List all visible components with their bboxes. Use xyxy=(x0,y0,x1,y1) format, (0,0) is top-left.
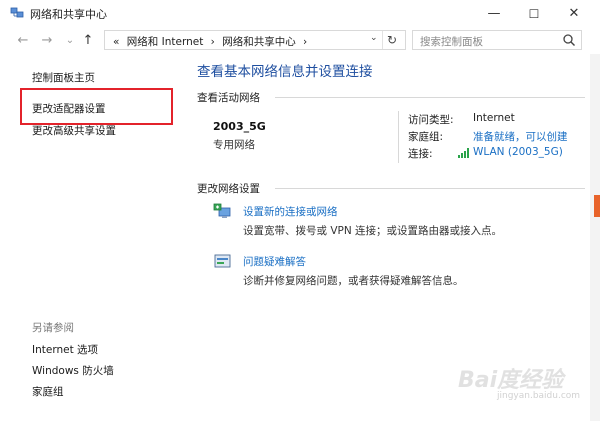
address-dropdown-icon[interactable]: ⌄ xyxy=(370,33,378,43)
breadcrumb-overflow[interactable]: « xyxy=(113,36,119,48)
network-type-link[interactable]: 专用网络 xyxy=(213,137,255,152)
vertical-divider xyxy=(398,111,399,163)
control-panel-home-link[interactable]: 控制面板主页 xyxy=(32,70,95,85)
troubleshoot-desc: 诊断并修复网络问题，或者获得疑难解答信息。 xyxy=(243,275,464,287)
breadcrumb-separator[interactable]: › xyxy=(303,36,307,48)
setup-connection-desc: 设置宽带、拨号或 VPN 连接；或设置路由器或接入点。 xyxy=(243,225,503,237)
recent-locations-button[interactable]: ⌄ xyxy=(62,33,78,49)
access-type-label: 访问类型: xyxy=(408,114,454,126)
breadcrumb-separator[interactable]: › xyxy=(211,36,215,48)
background-window-edge xyxy=(594,195,600,217)
wifi-signal-icon xyxy=(458,148,469,158)
internet-options-link[interactable]: Internet 选项 xyxy=(32,342,98,357)
homegroup-label: 家庭组: xyxy=(408,131,444,143)
highlight-box xyxy=(20,88,173,125)
homegroup-value-link[interactable]: 准备就绪，可以创建 xyxy=(473,129,568,144)
address-field[interactable]: « 网络和 Internet › 网络和共享中心 › xyxy=(104,30,406,50)
troubleshoot-icon xyxy=(214,254,231,268)
window-right-edge xyxy=(590,54,600,421)
search-input[interactable]: 搜索控制面板 xyxy=(412,30,582,50)
breadcrumb-network-internet[interactable]: 网络和 Internet xyxy=(127,36,204,48)
close-button[interactable]: ✕ xyxy=(554,0,594,28)
active-networks-label: 查看活动网络 xyxy=(197,92,260,104)
access-type-value: Internet xyxy=(473,112,515,124)
maximize-button[interactable]: ☐ xyxy=(514,0,554,28)
search-icon[interactable] xyxy=(562,33,576,47)
title-bar: 网络和共享中心 — ☐ ✕ xyxy=(0,0,600,28)
breadcrumb-network-sharing-center[interactable]: 网络和共享中心 xyxy=(222,36,296,48)
windows-firewall-link[interactable]: Windows 防火墙 xyxy=(32,363,114,378)
watermark-url: jingyan.baidu.com xyxy=(497,391,581,401)
watermark-logo: Bai度经验 xyxy=(458,368,564,393)
new-connection-icon xyxy=(213,203,231,218)
refresh-icon[interactable]: ↻ xyxy=(382,31,401,49)
minimize-button[interactable]: — xyxy=(474,0,514,28)
up-button[interactable]: ↑ xyxy=(80,33,96,49)
forward-button[interactable]: → xyxy=(39,33,55,49)
setup-connection-link[interactable]: 设置新的连接或网络 xyxy=(243,204,338,219)
connection-value-link[interactable]: WLAN (2003_5G) xyxy=(473,146,563,158)
network-app-icon xyxy=(10,7,24,18)
page-title: 查看基本网络信息并设置连接 xyxy=(197,64,373,80)
section-divider xyxy=(275,97,585,98)
back-button[interactable]: ← xyxy=(15,33,31,49)
section-divider xyxy=(275,188,585,189)
see-also-label: 另请参阅 xyxy=(32,322,74,334)
search-placeholder: 搜索控制面板 xyxy=(420,36,483,48)
connection-label: 连接: xyxy=(408,148,433,160)
homegroup-link[interactable]: 家庭组 xyxy=(32,384,64,399)
change-advanced-sharing-link[interactable]: 更改高级共享设置 xyxy=(32,123,116,138)
breadcrumb: « 网络和 Internet › 网络和共享中心 › xyxy=(113,34,311,49)
window-title: 网络和共享中心 xyxy=(30,8,107,21)
change-network-settings-label: 更改网络设置 xyxy=(197,183,260,195)
network-name: 2003_5G xyxy=(213,120,266,133)
troubleshoot-link[interactable]: 问题疑难解答 xyxy=(243,254,306,269)
